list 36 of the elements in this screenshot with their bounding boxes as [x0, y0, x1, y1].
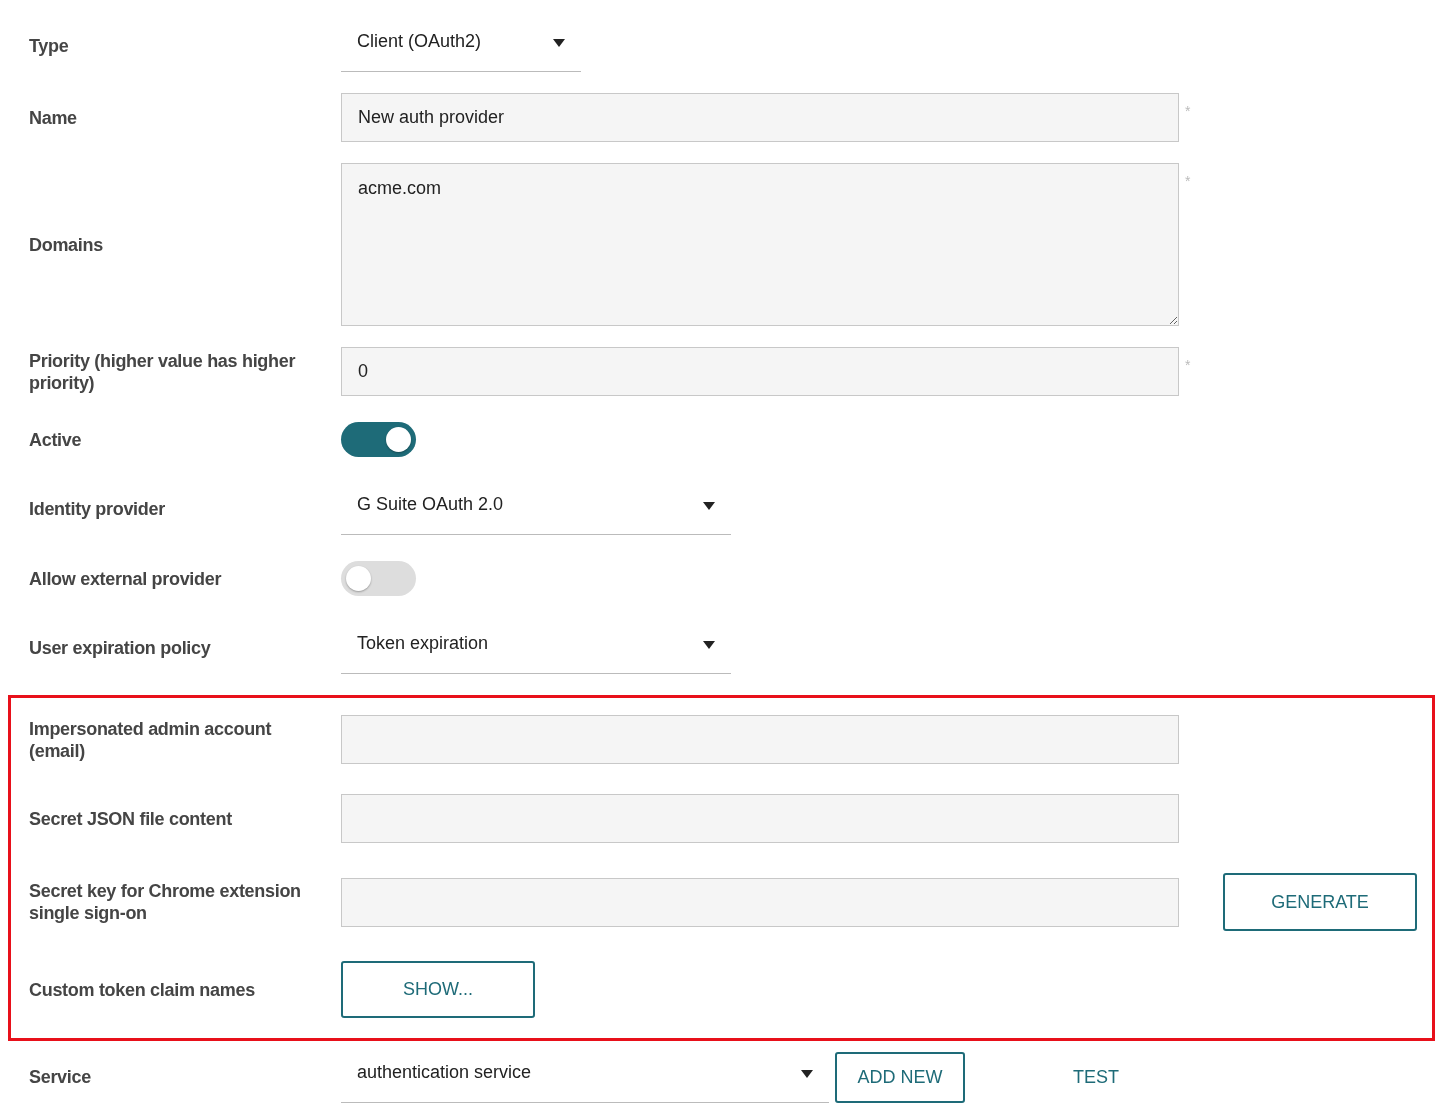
text-field[interactable]: 0	[341, 347, 1179, 396]
field-label: User expiration policy	[29, 637, 212, 659]
field-label: Identity provider	[29, 498, 166, 520]
dropdown[interactable]: G Suite OAuth 2.0	[341, 483, 731, 535]
caret-icon	[703, 640, 715, 649]
text-field[interactable]	[341, 794, 1179, 843]
required-mark: *	[1185, 173, 1191, 189]
field-label: Impersonated admin account (email)	[29, 717, 273, 762]
caret-icon	[553, 38, 565, 47]
required-mark: *	[1185, 357, 1191, 373]
dropdown[interactable]: authentication service	[341, 1051, 829, 1103]
field-label: Allow external provider	[29, 567, 223, 590]
toggle-switch[interactable]	[341, 422, 416, 457]
caret-icon	[703, 501, 715, 510]
test-button[interactable]: TEST	[1065, 1058, 1127, 1096]
field-label: Active	[29, 428, 83, 451]
toggle-switch[interactable]	[341, 561, 416, 596]
caret-icon	[801, 1069, 813, 1078]
field-label: Priority (higher value has higher priority)	[29, 349, 297, 394]
text-field[interactable]	[341, 877, 1179, 927]
field-label: Secret JSON file content	[29, 807, 233, 830]
required-mark: *	[1185, 103, 1191, 119]
field-label: Type	[29, 35, 70, 57]
field-label: Service	[29, 1066, 92, 1088]
text-field[interactable]	[341, 715, 1179, 764]
field-label: Custom token claim names	[29, 978, 256, 1001]
dropdown[interactable]: Token expiration	[341, 622, 731, 674]
field-label: Name	[29, 106, 78, 129]
dropdown[interactable]: Client (OAuth2)	[341, 20, 581, 72]
field-label: Domains	[29, 233, 104, 256]
field-label: Secret key for Chrome extension single sign-on	[29, 880, 302, 924]
generate-button[interactable]: GENERATE	[1223, 873, 1417, 931]
add-new-button[interactable]: ADD NEW	[835, 1051, 965, 1103]
text-area[interactable]: acme.com	[341, 163, 1179, 326]
text-field[interactable]: New auth provider	[341, 93, 1179, 142]
show-button[interactable]: SHOW...	[341, 961, 535, 1018]
